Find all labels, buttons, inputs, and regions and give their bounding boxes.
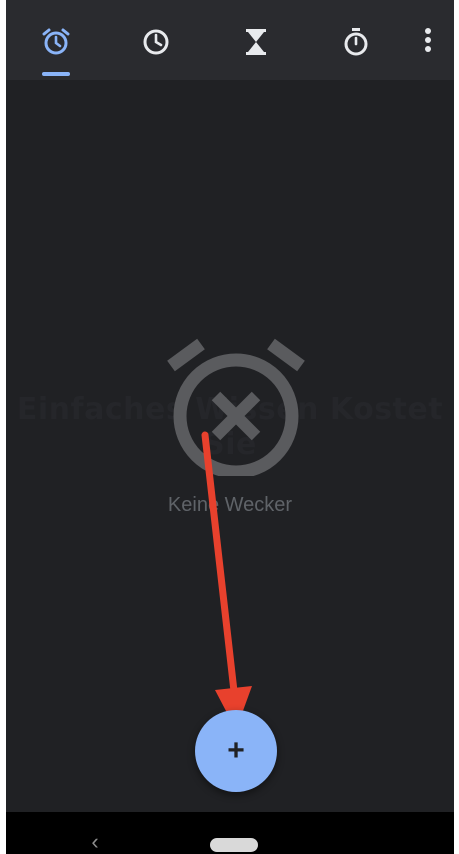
add-alarm-button[interactable]: +: [195, 710, 277, 792]
stopwatch-icon: [344, 28, 368, 56]
more-options-button[interactable]: [410, 16, 446, 64]
more-vert-icon: [425, 28, 431, 52]
clock-icon: [143, 29, 169, 55]
empty-state-label: Keine Wecker: [167, 494, 293, 516]
active-tab-indicator: [42, 72, 70, 76]
tab-clock[interactable]: [128, 14, 184, 70]
tab-alarm[interactable]: [28, 14, 84, 70]
alarm-off-icon: [167, 338, 305, 476]
tab-timer[interactable]: [228, 14, 284, 70]
back-button[interactable]: ‹: [80, 830, 110, 854]
phone-screen: Einfaches Wissen Kostet Sie Keine Wecker…: [6, 0, 454, 854]
tab-stopwatch[interactable]: [328, 14, 384, 70]
timer-icon: [246, 29, 266, 55]
add-icon: +: [227, 734, 245, 767]
system-navigation-bar: ‹: [6, 812, 454, 854]
tab-bar: [6, 0, 454, 80]
alarm-icon: [42, 28, 70, 55]
home-pill-icon[interactable]: [210, 838, 258, 852]
